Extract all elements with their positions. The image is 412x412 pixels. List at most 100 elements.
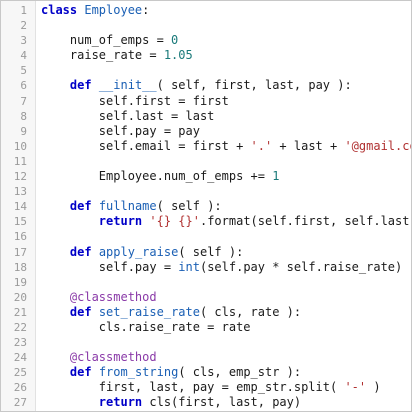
code-token-kw: def: [69, 365, 92, 380]
line-number: 21: [13, 305, 27, 319]
code-line[interactable]: 16: [1, 229, 411, 244]
line-source: self.first = first: [41, 94, 229, 109]
code-token-txt: self.pay =: [41, 259, 179, 274]
code-token-txt: (self.pay * self.raise_rate): [199, 259, 403, 274]
code-token-txt: self.last = last: [41, 108, 215, 123]
line-number: 5: [20, 64, 27, 78]
code-line[interactable]: 20 @classmethod: [1, 290, 411, 305]
line-number: 19: [13, 275, 27, 289]
code-line[interactable]: 11: [1, 154, 411, 169]
line-source: first, last, pay = emp_str.split( '-' ): [41, 380, 381, 395]
code-line[interactable]: 10 self.email = first + '.' + last + '@g…: [1, 139, 411, 154]
code-token-kw: def: [69, 199, 92, 214]
code-line[interactable]: 13: [1, 184, 411, 199]
code-token-txt: cls(first, last, pay): [142, 395, 302, 410]
line-source: def from_string( cls, emp_str ):: [41, 365, 301, 380]
code-editor[interactable]: 1 class Employee: 2 3 num_of_emps = 04 rais…: [0, 0, 412, 412]
code-token-kw: def: [69, 244, 92, 259]
code-token-txt: num_of_emps =: [41, 33, 172, 48]
code-line[interactable]: 15 return '{} {}'.format(self.first, sel…: [1, 214, 411, 229]
code-line[interactable]: 19: [1, 275, 411, 290]
code-token-fn: Employee: [84, 3, 143, 17]
code-line[interactable]: 6 def __init__( self, first, last, pay )…: [1, 78, 411, 93]
code-line[interactable]: 27 return cls(first, last, pay): [1, 395, 411, 410]
code-line[interactable]: 3 num_of_emps = 0: [1, 33, 411, 48]
code-line[interactable]: 17 def apply_raise( self ):: [1, 245, 411, 260]
code-token-kw: def: [69, 78, 92, 93]
code-token-txt: ): [366, 380, 381, 395]
line-number: 4: [20, 49, 27, 63]
code-token-kw: def: [69, 304, 92, 319]
line-number: 22: [13, 320, 27, 334]
line-number: 20: [13, 290, 27, 304]
line-number: 15: [13, 215, 27, 229]
line-number: 13: [13, 185, 27, 199]
code-token-kw: return: [98, 395, 143, 410]
line-number: 23: [13, 336, 27, 350]
code-token-txt: raise_rate =: [41, 48, 164, 63]
code-token-str: '-': [344, 380, 367, 395]
code-area[interactable]: 1 class Employee: 2 3 num_of_emps = 04 rais…: [1, 3, 411, 411]
code-line[interactable]: 24 @classmethod: [1, 350, 411, 365]
code-token-deco: @classmethod: [69, 350, 157, 365]
line-source: num_of_emps = 0: [41, 33, 178, 48]
code-token-txt: .format(self.first, self.last): [199, 214, 412, 229]
code-token-fn: apply_raise: [98, 244, 179, 259]
code-token-fn: set_raise_rate: [98, 304, 200, 319]
line-number: 11: [13, 154, 27, 168]
code-line[interactable]: 2: [1, 18, 411, 33]
code-line[interactable]: 21 def set_raise_rate( cls, rate ):: [1, 305, 411, 320]
code-token-kw: return: [98, 214, 143, 229]
line-number: 6: [20, 79, 27, 93]
line-source: def set_raise_rate( cls, rate ):: [41, 305, 301, 320]
code-line[interactable]: 1 class Employee:: [1, 3, 411, 18]
line-source: return '{} {}'.format(self.first, self.l…: [41, 214, 412, 229]
code-line[interactable]: 12 Employee.num_of_emps += 1: [1, 169, 411, 184]
code-token-txt: ( self ):: [178, 244, 244, 259]
code-line[interactable]: 8 self.last = last: [1, 109, 411, 124]
line-number: 18: [13, 260, 27, 274]
line-source: self.email = first + '.' + last + '@gmai…: [41, 138, 411, 154]
line-number: 16: [13, 230, 27, 244]
code-line[interactable]: 18 self.pay = int(self.pay * self.raise_…: [1, 260, 411, 275]
line-number: 9: [20, 124, 27, 138]
code-line[interactable]: 26 first, last, pay = emp_str.split( '-'…: [1, 380, 411, 395]
code-line[interactable]: 4 raise_rate = 1.05: [1, 48, 411, 63]
line-source: return cls(first, last, pay): [41, 395, 301, 410]
code-token-txt: self.first = first: [41, 93, 229, 108]
code-token-txt: ( self ):: [156, 199, 222, 214]
code-line[interactable]: 23: [1, 335, 411, 350]
code-token-txt: ( cls, emp_str ):: [178, 365, 302, 380]
code-line[interactable]: 25 def from_string( cls, emp_str ):: [1, 365, 411, 380]
code-token-str: '{} {}': [149, 214, 200, 229]
line-number: 27: [13, 396, 27, 410]
line-source: self.pay = int(self.pay * self.raise_rat…: [41, 260, 402, 275]
code-line[interactable]: 14 def fullname( self ):: [1, 199, 411, 214]
line-number: 1: [20, 4, 27, 17]
line-number: 17: [13, 245, 27, 259]
code-line[interactable]: 5: [1, 63, 411, 78]
line-source: def fullname( self ):: [41, 199, 222, 214]
line-number: 14: [13, 200, 27, 214]
code-line[interactable]: 22 cls.raise_rate = rate: [1, 320, 411, 335]
code-line[interactable]: 9 self.pay = pay: [1, 124, 411, 139]
line-source: cls.raise_rate = rate: [41, 320, 251, 335]
code-token-txt: first, last, pay = emp_str.split(: [41, 380, 345, 395]
code-token-num: 1: [272, 169, 280, 184]
code-token-txt: :: [142, 3, 150, 17]
code-token-txt: + last +: [272, 138, 345, 153]
line-source: Employee.num_of_emps += 1: [41, 169, 280, 184]
code-token-txt: Employee.num_of_emps +=: [41, 169, 273, 184]
code-line[interactable]: 7 self.first = first: [1, 94, 411, 109]
